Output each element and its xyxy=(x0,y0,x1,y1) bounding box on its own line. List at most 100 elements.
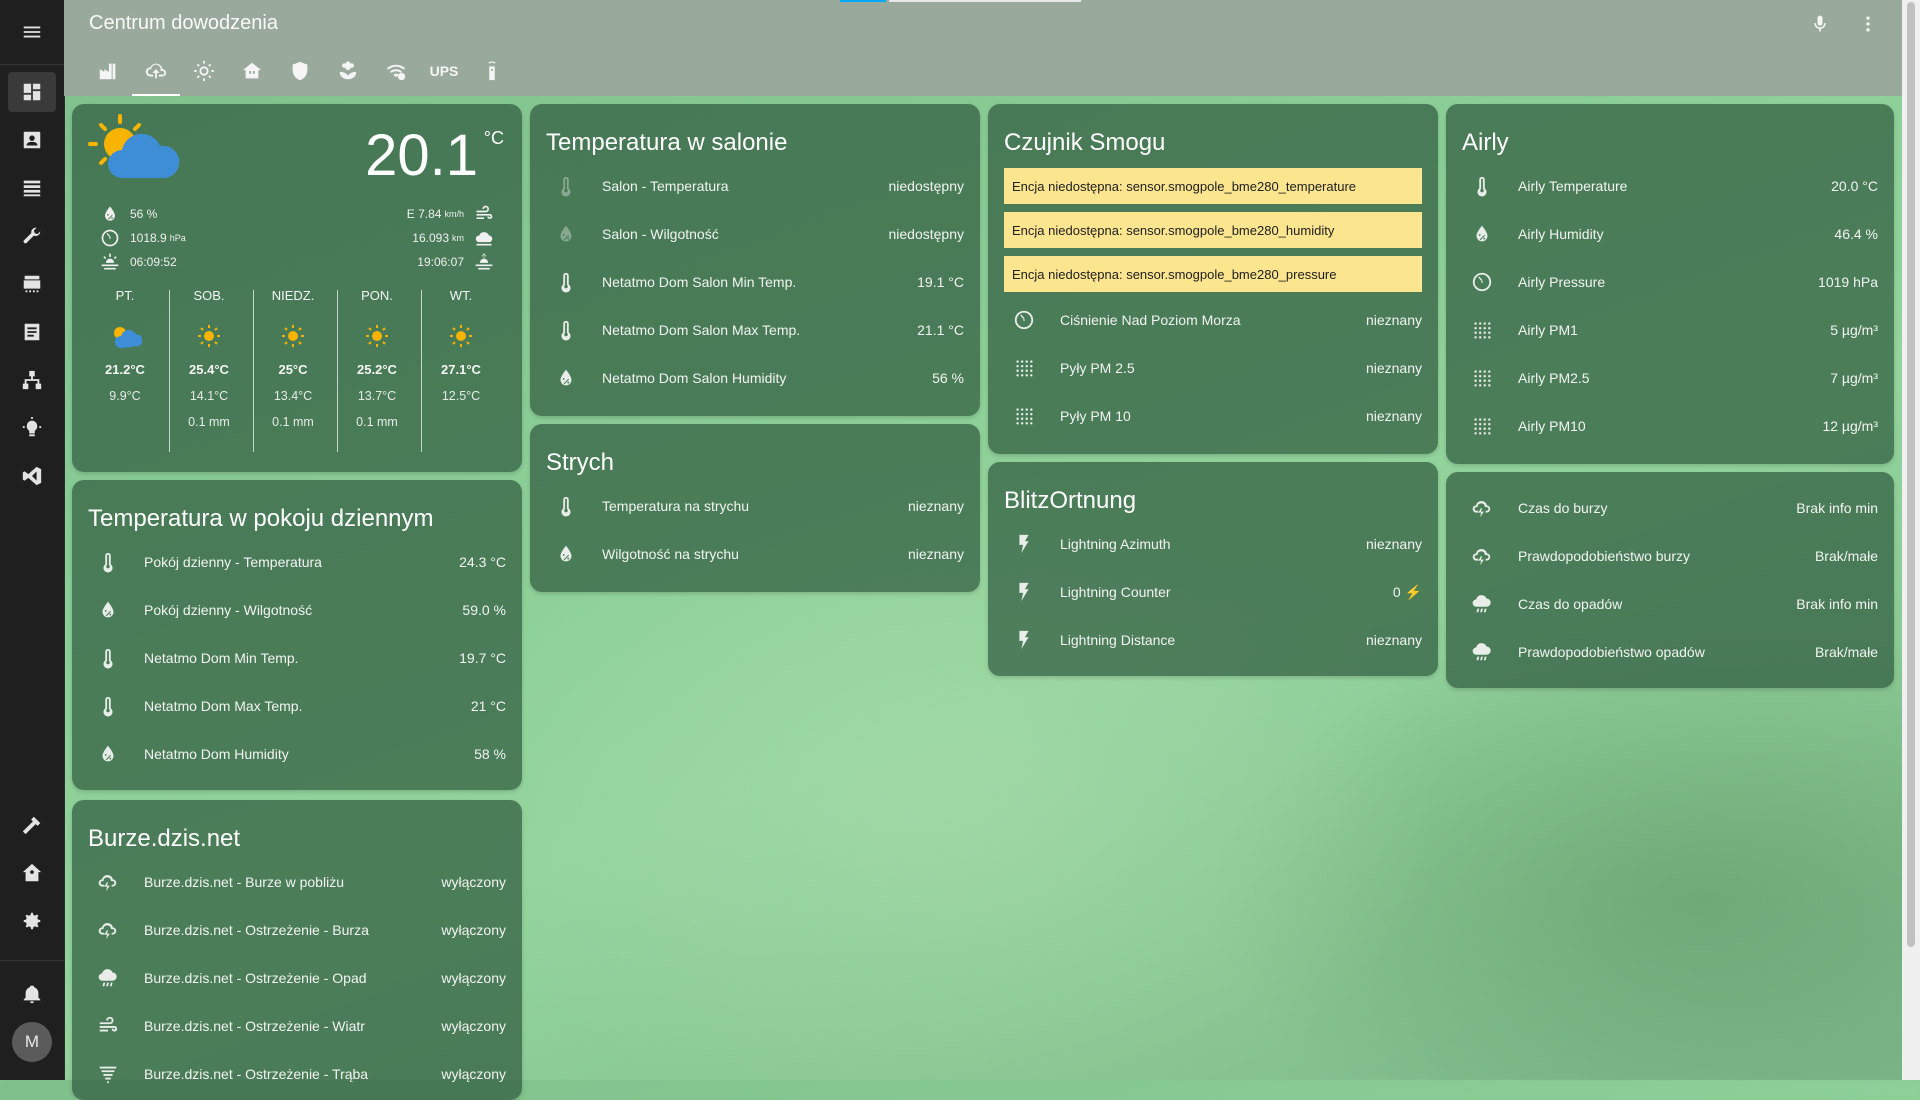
forecast-day-label: PT. xyxy=(115,288,135,303)
tab-security[interactable] xyxy=(276,56,324,96)
microphone-button[interactable] xyxy=(1808,12,1832,36)
entity-row[interactable]: Burze.dzis.net - Burze w pobliżu wyłączo… xyxy=(88,862,506,902)
entity-name: Pyły PM 10 xyxy=(1060,408,1131,424)
tab-remote[interactable] xyxy=(468,56,516,96)
sidebar-item-lights[interactable] xyxy=(8,408,56,448)
entity-row[interactable]: Pokój dzienny - Wilgotność 59.0 % xyxy=(88,590,506,630)
entity-row[interactable]: Airly Temperature 20.0 °C xyxy=(1462,166,1878,206)
entity-row[interactable]: Pyły PM 2.5 nieznany xyxy=(1004,348,1422,388)
weather-humidity-value: 56 % xyxy=(130,207,158,221)
entity-name: Netatmo Dom Max Temp. xyxy=(144,698,303,714)
tab-garden[interactable] xyxy=(324,56,372,96)
water-percent-icon xyxy=(102,601,114,618)
forecast-day: PT. 21.2°C 9.9°C xyxy=(91,288,159,415)
entity-name: Netatmo Dom Min Temp. xyxy=(144,650,299,666)
thermometer-icon xyxy=(1477,176,1487,197)
water-percent-icon xyxy=(102,745,114,762)
weather-card[interactable]: 20.1 °C 56 % 1018.9 hPa 06:09:52 E 7.84 … xyxy=(72,104,522,472)
entity-warning: Encja niedostępna: sensor.smogpole_bme28… xyxy=(1004,212,1422,248)
entity-row[interactable]: Czas do opadów Brak info min xyxy=(1462,584,1878,624)
entity-row[interactable]: Prawdopodobieństwo opadów Brak/małe xyxy=(1462,632,1878,672)
entity-row[interactable]: Netatmo Dom Max Temp. 21 °C xyxy=(88,686,506,726)
avatar[interactable]: M xyxy=(12,1022,52,1062)
sidebar-item-network[interactable] xyxy=(8,360,56,400)
menu-button[interactable] xyxy=(0,0,64,65)
entity-row[interactable]: Burze.dzis.net - Ostrzeżenie - Opad wyłą… xyxy=(88,958,506,998)
sidebar-item-developer[interactable] xyxy=(8,805,56,845)
sidebar-item-vscode[interactable] xyxy=(8,456,56,496)
forecast-divider xyxy=(169,290,170,452)
tab-ups[interactable]: UPS xyxy=(420,56,468,96)
hacs-icon xyxy=(23,275,41,293)
sidebar-item-logbook[interactable] xyxy=(8,168,56,208)
entity-row[interactable]: Lightning Counter 0 ⚡ xyxy=(1004,572,1422,612)
forecast-low: 13.4°C xyxy=(273,389,313,403)
entity-row[interactable]: Salon - Temperatura niedostępny xyxy=(546,166,964,206)
tab-loading-indicator xyxy=(840,0,886,2)
entity-name: Netatmo Dom Humidity xyxy=(144,746,289,762)
entity-row[interactable]: Czas do burzy Brak info min xyxy=(1462,488,1878,528)
page-scrollbar[interactable] xyxy=(1902,0,1920,1080)
tab-house[interactable] xyxy=(228,56,276,96)
entity-row[interactable]: Netatmo Dom Humidity 58 % xyxy=(88,734,506,774)
entity-name: Czas do burzy xyxy=(1518,500,1608,516)
partly-cloudy-icon xyxy=(88,114,180,178)
entity-row[interactable]: Temperatura na strychu nieznany xyxy=(546,486,964,526)
dots-grid-icon xyxy=(1016,360,1033,377)
forecast-high: 25.4°C xyxy=(189,362,229,377)
sun-icon xyxy=(450,325,472,347)
sidebar-item-settings[interactable] xyxy=(8,901,56,941)
entity-value: 5 µg/m³ xyxy=(1830,322,1878,338)
remote-icon xyxy=(488,61,496,81)
entity-value: nieznany xyxy=(1365,360,1422,376)
scrollbar-thumb[interactable] xyxy=(1907,2,1915,947)
entity-row[interactable]: Pokój dzienny - Temperatura 24.3 °C xyxy=(88,542,506,582)
entity-row[interactable]: Netatmo Dom Salon Max Temp. 21.1 °C xyxy=(546,310,964,350)
entity-row[interactable]: Airly Pressure 1019 hPa xyxy=(1462,262,1878,302)
entity-name: Burze.dzis.net - Ostrzeżenie - Wiatr xyxy=(144,1018,365,1034)
sun-icon xyxy=(193,60,215,82)
entity-row[interactable]: Ciśnienie Nad Poziom Morza nieznany xyxy=(1004,300,1422,340)
forecast-divider xyxy=(337,290,338,452)
sidebar-item-overview[interactable] xyxy=(8,72,56,112)
entity-name: Prawdopodobieństwo burzy xyxy=(1518,548,1690,564)
weather-lightning-icon xyxy=(1472,500,1491,518)
tab-weather[interactable] xyxy=(132,56,180,96)
entity-row[interactable]: Airly PM10 12 µg/m³ xyxy=(1462,406,1878,446)
entity-row[interactable]: Wilgotność na strychu nieznany xyxy=(546,534,964,574)
sidebar-item-supervisor[interactable] xyxy=(8,853,56,893)
sidebar-item-history[interactable] xyxy=(8,312,56,352)
entity-row[interactable]: Salon - Wilgotność niedostępny xyxy=(546,214,964,254)
entity-name: Airly PM1 xyxy=(1518,322,1578,338)
strych-card: Strych Temperatura na strychu nieznany W… xyxy=(530,424,980,592)
entity-value: Brak/małe xyxy=(1814,644,1878,660)
more-menu-button[interactable] xyxy=(1856,12,1880,36)
entity-row[interactable]: Netatmo Dom Salon Humidity 56 % xyxy=(546,358,964,398)
sidebar-item-notifications[interactable] xyxy=(8,974,56,1014)
entity-row[interactable]: Airly PM2.5 7 µg/m³ xyxy=(1462,358,1878,398)
tab-network[interactable] xyxy=(372,56,420,96)
entity-row[interactable]: Pyły PM 10 nieznany xyxy=(1004,396,1422,436)
sidebar-item-hacs[interactable] xyxy=(8,264,56,304)
entity-value: 1019 hPa xyxy=(1818,274,1878,290)
tab-factory[interactable] xyxy=(84,56,132,96)
entity-name: Lightning Counter xyxy=(1060,584,1171,600)
entity-row[interactable]: Airly Humidity 46.4 % xyxy=(1462,214,1878,254)
entity-value: Brak info min xyxy=(1796,596,1878,612)
entity-row[interactable]: Burze.dzis.net - Ostrzeżenie - Trąba wył… xyxy=(88,1054,506,1094)
entity-row[interactable]: Lightning Azimuth nieznany xyxy=(1004,524,1422,564)
tab-sun[interactable] xyxy=(180,56,228,96)
entity-row[interactable]: Netatmo Dom Min Temp. 19.7 °C xyxy=(88,638,506,678)
entity-row[interactable]: Lightning Distance nieznany xyxy=(1004,620,1422,660)
sidebar-item-tools[interactable] xyxy=(8,216,56,256)
document-icon xyxy=(24,323,40,341)
entity-warning: Encja niedostępna: sensor.smogpole_bme28… xyxy=(1004,256,1422,292)
entity-row[interactable]: Burze.dzis.net - Ostrzeżenie - Burza wył… xyxy=(88,910,506,950)
entity-row[interactable]: Burze.dzis.net - Ostrzeżenie - Wiatr wył… xyxy=(88,1006,506,1046)
sidebar-item-map[interactable] xyxy=(8,120,56,160)
entity-row[interactable]: Airly PM1 5 µg/m³ xyxy=(1462,310,1878,350)
thermometer-icon xyxy=(103,552,113,573)
burze-card: Burze.dzis.net Burze.dzis.net - Burze w … xyxy=(72,800,522,1100)
entity-row[interactable]: Netatmo Dom Salon Min Temp. 19.1 °C xyxy=(546,262,964,302)
entity-row[interactable]: Prawdopodobieństwo burzy Brak/małe xyxy=(1462,536,1878,576)
